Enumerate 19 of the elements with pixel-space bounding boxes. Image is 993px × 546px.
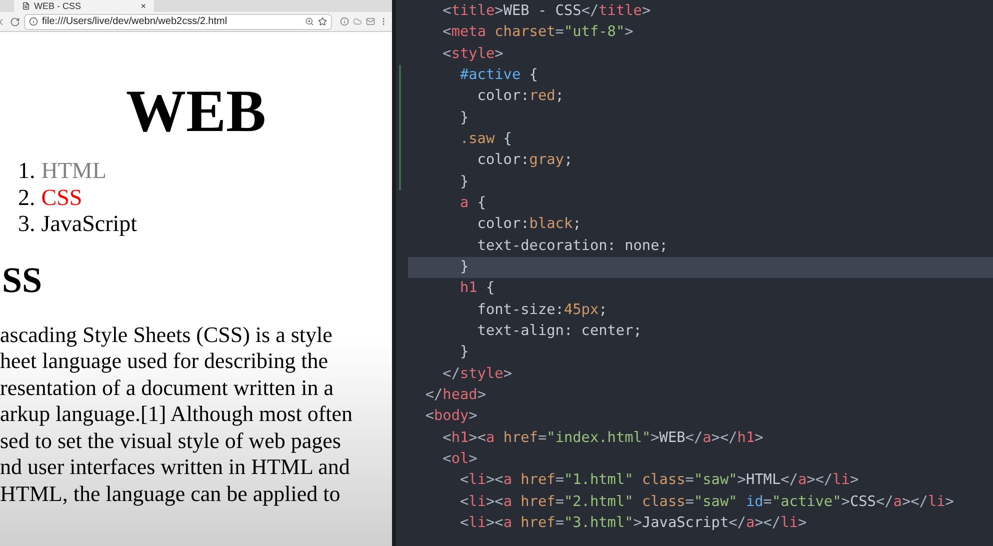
reload-icon[interactable] — [10, 16, 20, 26]
list-link[interactable]: CSS — [41, 184, 82, 211]
list-link[interactable]: JavaScript — [41, 211, 138, 238]
info-icon — [29, 17, 38, 26]
page-icon — [22, 2, 30, 10]
zoom-icon[interactable] — [305, 17, 314, 26]
tab-close-button[interactable]: × — [140, 2, 146, 10]
list-number: 1. — [18, 158, 36, 184]
browser-tab[interactable]: WEB - CSS × — [14, 0, 154, 12]
section-heading: SS — [2, 260, 44, 300]
paragraph: ascading Style Sheets (CSS) is a style heet language used for describing the resentation of a document written in a arkup language.[1] Although most often sed to set the visual style of web pages nd user interfaces written in HTML and HTML, the language can be applied to — [0, 322, 354, 508]
mail-icon[interactable] — [366, 17, 375, 26]
address-bar[interactable]: file:///Users/live/dev/webn/web2css/2.html — [24, 14, 332, 30]
page-heading[interactable]: WEB — [0, 80, 392, 142]
list-number: 2. — [18, 184, 36, 211]
list-number: 3. — [18, 211, 36, 238]
star-icon[interactable] — [318, 17, 327, 26]
cloud-icon[interactable] — [353, 17, 362, 26]
list-link[interactable]: HTML — [41, 158, 106, 184]
